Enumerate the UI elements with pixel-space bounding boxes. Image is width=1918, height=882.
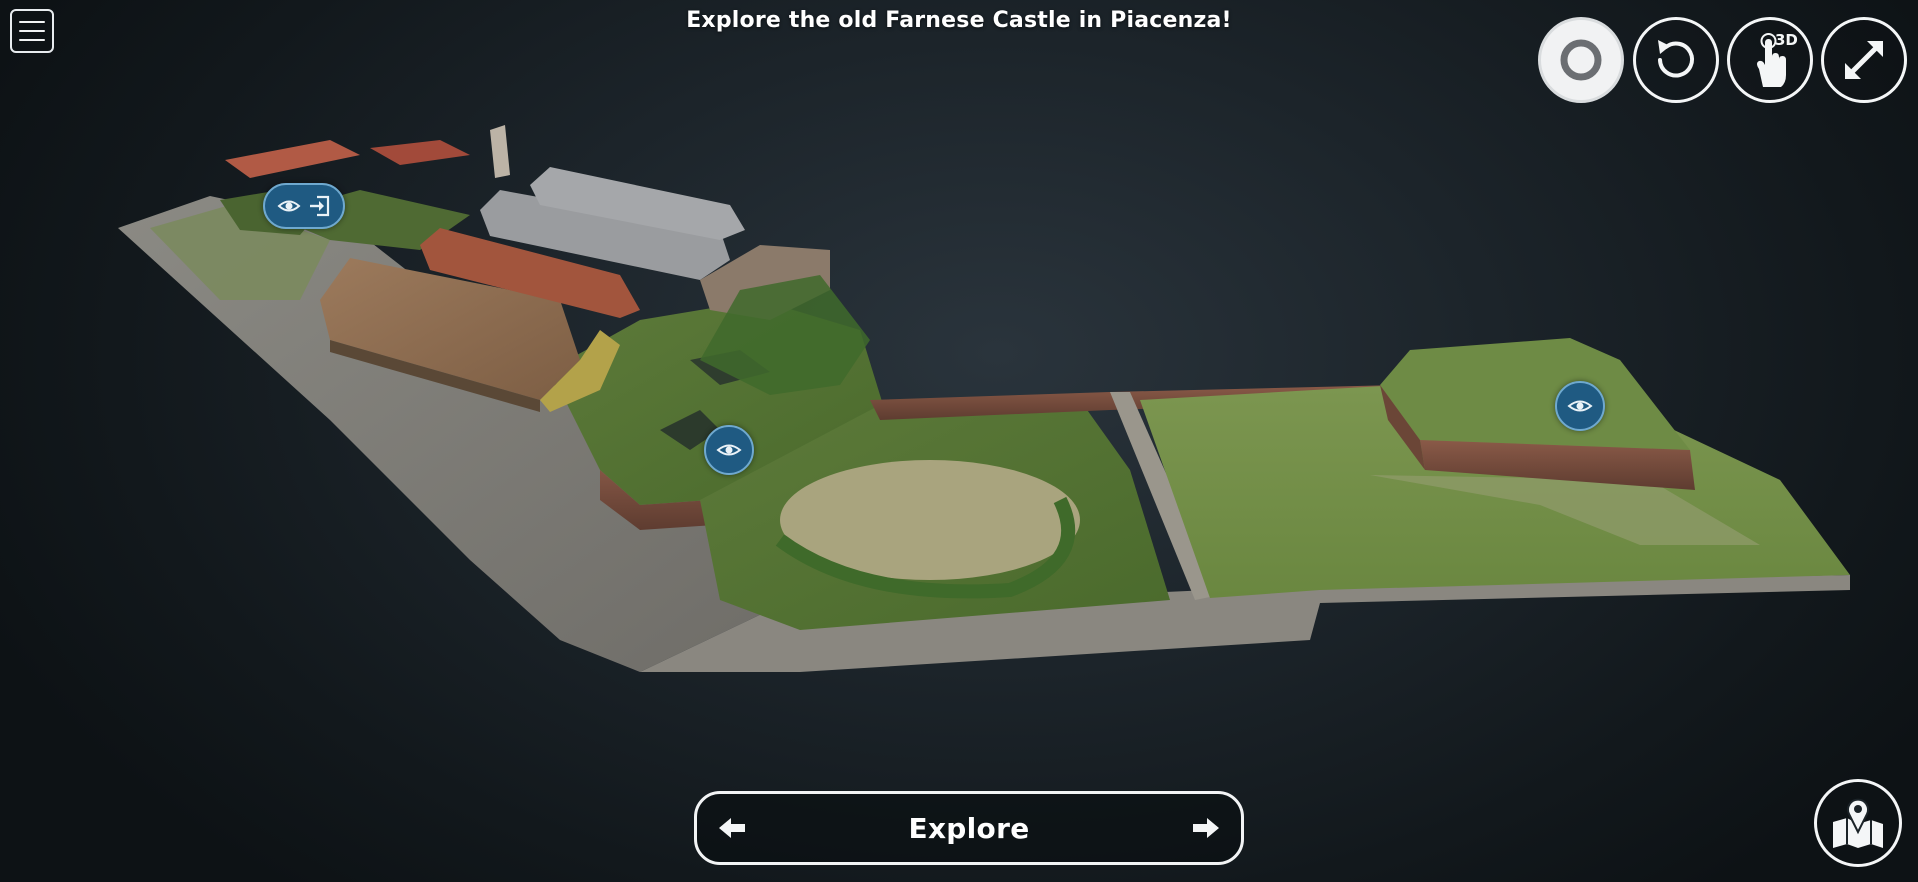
hotspot-view[interactable] <box>704 425 754 475</box>
previous-button[interactable] <box>717 816 747 840</box>
hotspot-enter[interactable] <box>263 183 345 229</box>
camera-icon <box>1560 39 1602 81</box>
arrow-left-icon <box>719 818 745 838</box>
model-building-red-small-2 <box>370 140 470 165</box>
reset-rotate-icon <box>1658 40 1694 78</box>
eye-icon <box>1567 400 1593 412</box>
hotspot-view[interactable] <box>1555 381 1605 431</box>
eye-icon <box>716 444 742 456</box>
hamburger-menu-icon-line <box>19 39 45 41</box>
model-tower <box>490 125 510 178</box>
arrow-right-icon <box>1193 818 1219 838</box>
castle-3d-model[interactable] <box>0 0 1918 882</box>
tour-navigation: Explore <box>694 791 1244 865</box>
map-button[interactable] <box>1814 779 1902 867</box>
fullscreen-expand-icon <box>1845 41 1883 79</box>
enter-icon <box>310 195 330 217</box>
touch-3d-button[interactable]: 3D <box>1727 17 1813 103</box>
eye-icon <box>277 200 301 212</box>
svg-text:3D: 3D <box>1775 31 1798 49</box>
navigation-label: Explore <box>908 811 1030 845</box>
3d-viewer[interactable]: Explore the old Farnese Castle in Piacen… <box>0 0 1918 882</box>
touch-3d-icon: 3D <box>1757 31 1798 87</box>
map-pin-icon <box>1833 798 1883 848</box>
model-building-red-small <box>225 140 360 178</box>
fullscreen-button[interactable] <box>1821 17 1907 103</box>
screenshot-button[interactable] <box>1538 17 1624 103</box>
model-bastion-right <box>1380 338 1690 450</box>
next-button[interactable] <box>1191 816 1221 840</box>
reset-view-button[interactable] <box>1633 17 1719 103</box>
page-title: Explore the old Farnese Castle in Piacen… <box>686 8 1232 33</box>
